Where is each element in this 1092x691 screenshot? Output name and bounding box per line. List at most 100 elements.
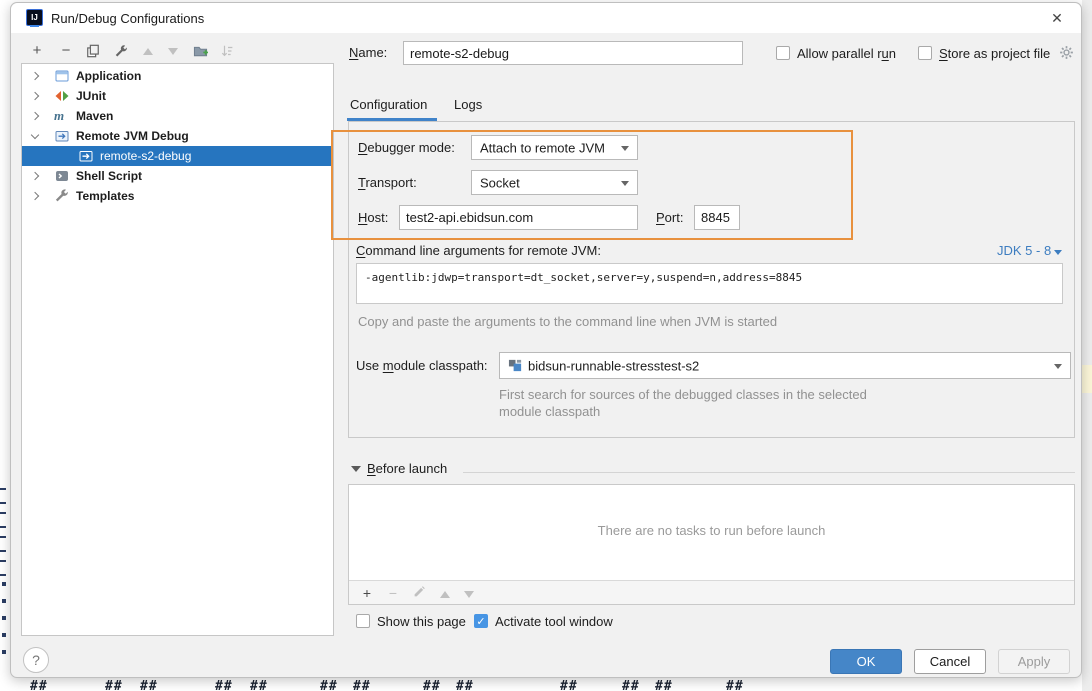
command-line-arguments-label: Command line arguments for remote JVM: bbox=[356, 243, 601, 258]
module-hint-line2: module classpath bbox=[499, 404, 601, 419]
chevron-right-icon[interactable] bbox=[30, 111, 40, 121]
tree-item-templates[interactable]: Templates bbox=[22, 186, 333, 206]
help-button[interactable]: ? bbox=[23, 647, 49, 673]
chevron-right-icon[interactable] bbox=[30, 171, 40, 181]
background-text: ## bbox=[250, 679, 268, 691]
background-artifact bbox=[0, 536, 6, 552]
ok-button[interactable]: OK bbox=[830, 649, 902, 674]
background-text: ## bbox=[423, 679, 441, 691]
tasks-toolbar: + − bbox=[349, 580, 1074, 604]
store-as-project-file-label: Store as project file bbox=[939, 46, 1051, 61]
templates-wrench-icon bbox=[54, 188, 70, 204]
shell-script-icon bbox=[54, 168, 70, 184]
before-launch-tasks-list[interactable]: There are no tasks to run before launch … bbox=[348, 484, 1075, 605]
background-text: ## bbox=[105, 679, 123, 691]
background-text: ## bbox=[726, 679, 744, 691]
before-launch-label: Before launch bbox=[367, 461, 448, 476]
port-label: Port: bbox=[656, 210, 684, 225]
transport-label: Transport: bbox=[358, 175, 417, 190]
chevron-right-icon[interactable] bbox=[30, 71, 40, 81]
module-classpath-dropdown[interactable]: bidsun-runnable-stresstest-s2 bbox=[499, 352, 1071, 379]
show-this-page-checkbox[interactable] bbox=[356, 614, 370, 628]
move-up-icon[interactable] bbox=[138, 41, 158, 61]
background-text: ## bbox=[320, 679, 338, 691]
background-highlight-patch bbox=[1082, 365, 1092, 393]
tree-item-junit[interactable]: JUnit bbox=[22, 86, 333, 106]
background-text: ## bbox=[30, 679, 48, 691]
dialog-title: Run/Debug Configurations bbox=[51, 11, 205, 26]
run-debug-configurations-dialog: IJ Run/Debug Configurations ✕ + − Applic… bbox=[10, 2, 1082, 678]
tab-configuration[interactable]: Configuration bbox=[350, 97, 427, 112]
section-divider bbox=[463, 472, 1075, 473]
background-artifact bbox=[0, 488, 6, 504]
remove-icon[interactable]: − bbox=[56, 41, 76, 61]
new-folder-icon[interactable] bbox=[190, 41, 210, 61]
background-text: ## bbox=[215, 679, 233, 691]
close-icon[interactable]: ✕ bbox=[1048, 9, 1066, 27]
edit-templates-wrench-icon[interactable] bbox=[111, 41, 131, 61]
debugger-mode-dropdown[interactable]: Attach to remote JVM bbox=[471, 135, 638, 160]
port-input[interactable] bbox=[694, 205, 740, 230]
arguments-hint: Copy and paste the arguments to the comm… bbox=[358, 314, 778, 329]
intellij-logo-icon: IJ bbox=[26, 9, 43, 27]
tree-item-maven[interactable]: m Maven bbox=[22, 106, 333, 126]
activate-tool-window-checkbox[interactable]: ✓ bbox=[474, 614, 488, 628]
move-task-down-icon[interactable] bbox=[459, 583, 479, 603]
module-icon bbox=[508, 358, 523, 376]
jdk-version-link[interactable]: JDK 5 - 8 bbox=[997, 243, 1063, 258]
copy-icon[interactable] bbox=[83, 41, 103, 61]
background-window-strip bbox=[1082, 0, 1092, 691]
chevron-down-icon[interactable] bbox=[30, 130, 40, 140]
module-classpath-label: Use module classpath: bbox=[356, 358, 488, 373]
module-hint-line1: First search for sources of the debugged… bbox=[499, 387, 867, 402]
dropdown-arrow-icon bbox=[621, 145, 629, 151]
remove-task-icon[interactable]: − bbox=[383, 583, 403, 603]
maven-icon: m bbox=[54, 108, 65, 123]
move-down-icon[interactable] bbox=[163, 41, 183, 61]
chevron-right-icon[interactable] bbox=[30, 191, 40, 201]
dialog-titlebar[interactable]: IJ Run/Debug Configurations ✕ bbox=[11, 3, 1081, 33]
empty-tasks-message: There are no tasks to run before launch bbox=[597, 523, 826, 538]
dropdown-arrow-icon bbox=[621, 180, 629, 186]
show-this-page-label: Show this page bbox=[377, 614, 466, 629]
debugger-mode-label: Debugger mode: bbox=[358, 140, 455, 155]
dropdown-arrow-icon bbox=[1054, 363, 1062, 369]
remote-jvm-debug-icon bbox=[78, 148, 94, 164]
store-as-project-file-checkbox[interactable] bbox=[918, 46, 932, 60]
background-text-row: ## ## ## ## ## ## ## ## ## ## ## ## ## bbox=[0, 679, 1092, 691]
application-icon bbox=[54, 68, 70, 84]
move-task-up-icon[interactable] bbox=[435, 583, 455, 603]
cancel-button[interactable]: Cancel bbox=[914, 649, 986, 674]
background-artifact bbox=[2, 633, 6, 637]
gear-icon[interactable] bbox=[1059, 45, 1074, 65]
tree-item-remote-s2-debug[interactable]: remote-s2-debug bbox=[22, 146, 333, 166]
transport-dropdown[interactable]: Socket bbox=[471, 170, 638, 195]
chevron-down-icon bbox=[1054, 250, 1063, 255]
background-artifact bbox=[2, 650, 6, 654]
add-icon[interactable]: + bbox=[27, 41, 47, 61]
background-text: ## bbox=[560, 679, 578, 691]
tab-logs[interactable]: Logs bbox=[454, 97, 482, 112]
chevron-right-icon[interactable] bbox=[30, 91, 40, 101]
remote-jvm-debug-icon bbox=[54, 128, 70, 144]
tree-item-application[interactable]: Application bbox=[22, 66, 333, 86]
background-artifact bbox=[2, 599, 6, 603]
host-input[interactable] bbox=[399, 205, 638, 230]
configurations-tree: Application JUnit m Maven Remote JVM Deb… bbox=[21, 63, 334, 636]
collapse-arrow-icon[interactable] bbox=[351, 466, 361, 472]
junit-icon bbox=[54, 88, 70, 104]
name-input[interactable] bbox=[403, 41, 743, 65]
sort-alphabetically-icon[interactable] bbox=[218, 41, 238, 61]
allow-parallel-run-checkbox[interactable] bbox=[776, 46, 790, 60]
background-artifact bbox=[0, 560, 6, 576]
add-task-icon[interactable]: + bbox=[357, 583, 377, 603]
tree-item-shell-script[interactable]: Shell Script bbox=[22, 166, 333, 186]
edit-task-pencil-icon[interactable] bbox=[409, 583, 429, 603]
background-artifact bbox=[2, 616, 6, 620]
tree-item-remote-jvm-debug[interactable]: Remote JVM Debug bbox=[22, 126, 333, 146]
apply-button[interactable]: Apply bbox=[998, 649, 1070, 674]
background-text: ## bbox=[622, 679, 640, 691]
agent-arguments-field[interactable]: -agentlib:jdwp=transport=dt_socket,serve… bbox=[356, 263, 1063, 304]
host-label: Host: bbox=[358, 210, 389, 225]
background-text: ## bbox=[456, 679, 474, 691]
